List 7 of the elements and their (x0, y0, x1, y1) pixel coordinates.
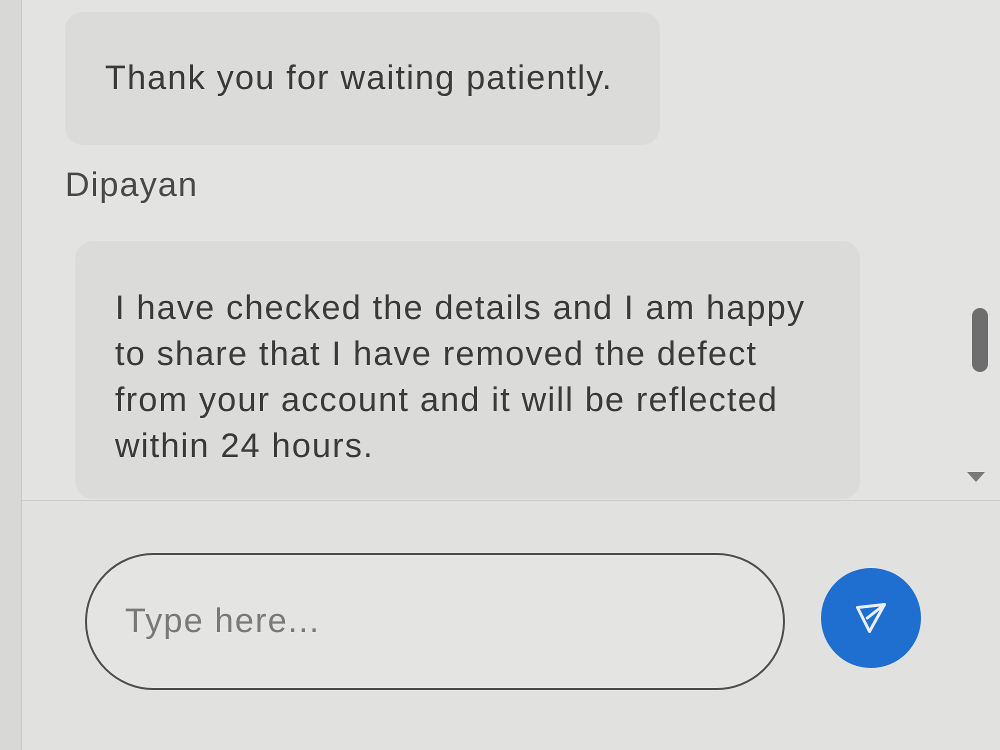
paper-plane-icon (856, 603, 886, 633)
message-input-field[interactable]: Type here... (85, 553, 785, 690)
message-text: Thank you for waiting patiently. (105, 58, 614, 99)
scroll-down-arrow-icon[interactable] (967, 472, 985, 482)
scrollbar-thumb[interactable] (972, 308, 988, 372)
message-text: I have checked the details and I am happy to share that I have removed the defect from your account and it will be reflected within 24 hours. (115, 288, 806, 467)
sender-name: Dipayan (65, 165, 198, 205)
